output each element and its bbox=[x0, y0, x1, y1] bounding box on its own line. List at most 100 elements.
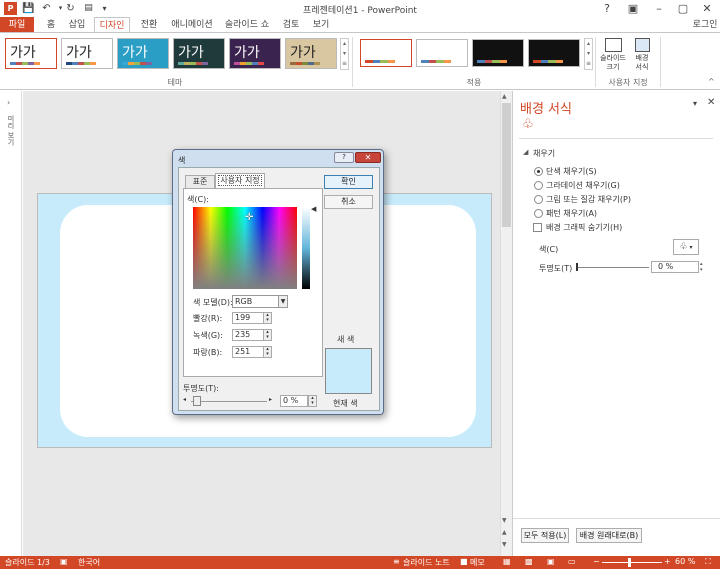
green-input[interactable]: 235 bbox=[232, 329, 264, 341]
transparency-slider-thumb[interactable] bbox=[576, 263, 578, 271]
variant-color-bars bbox=[533, 60, 563, 63]
ribbon-tabs: 파일 홈 삽입 디자인 전환 애니메이션 슬라이드 쇼 검토 보기 로그인 bbox=[0, 17, 720, 34]
theme-thumbnail[interactable]: 가가 bbox=[5, 38, 57, 69]
zoom-in-icon[interactable]: + bbox=[664, 557, 671, 566]
red-input[interactable]: 199 bbox=[232, 312, 264, 324]
theme-thumbnail[interactable]: 가가 bbox=[61, 38, 113, 69]
zoom-level[interactable]: 60 % bbox=[675, 557, 695, 566]
variant-color-bars bbox=[365, 60, 395, 63]
tab-insert[interactable]: 삽입 bbox=[62, 17, 92, 33]
thumbnail-strip[interactable]: › 미리 보기 bbox=[0, 91, 22, 556]
dialog-close-icon[interactable]: ✕ bbox=[355, 152, 381, 163]
dialog-transparency-slider[interactable]: ◂ ▸ bbox=[183, 396, 273, 406]
fill-option-radio[interactable] bbox=[534, 195, 543, 204]
variants-scroll-icon[interactable]: ▴ ▾ ≡ bbox=[584, 38, 593, 70]
zoom-slider-thumb[interactable] bbox=[628, 558, 631, 567]
fill-option-radio[interactable] bbox=[534, 181, 543, 190]
reading-view-icon[interactable]: ▣ bbox=[547, 557, 555, 566]
notes-icon[interactable]: ≡ bbox=[393, 557, 400, 566]
theme-thumbnail[interactable]: 가가 bbox=[285, 38, 337, 69]
transparency-slider[interactable] bbox=[577, 267, 649, 268]
tab-view[interactable]: 보기 bbox=[308, 17, 334, 33]
fill-color-picker[interactable]: ♧ ▾ bbox=[673, 239, 699, 255]
tab-transitions[interactable]: 전환 bbox=[134, 17, 164, 33]
tab-animations[interactable]: 애니메이션 bbox=[167, 17, 217, 33]
transparency-input[interactable]: 0 % bbox=[651, 261, 699, 273]
red-spinner-icon[interactable]: ▴ ▾ bbox=[263, 312, 272, 324]
blue-input[interactable]: 251 bbox=[232, 346, 264, 358]
cancel-button[interactable]: 취소 bbox=[324, 195, 373, 209]
variant-thumbnail[interactable] bbox=[360, 39, 412, 67]
dialog-help-button[interactable]: ? bbox=[334, 152, 354, 163]
fit-to-window-icon[interactable]: ⛶ bbox=[705, 557, 711, 567]
hide-graphics-checkbox[interactable] bbox=[533, 223, 542, 232]
variant-thumbnail[interactable] bbox=[416, 39, 468, 67]
green-spinner-icon[interactable]: ▴ ▾ bbox=[263, 329, 272, 341]
editor-vertical-scrollbar[interactable]: ▲ ▼ ▲ ▼ bbox=[500, 91, 512, 556]
transparency-spinner-icon[interactable]: ▴ ▾ bbox=[700, 261, 707, 273]
zoom-out-icon[interactable]: − bbox=[593, 557, 600, 566]
login-link[interactable]: 로그인 bbox=[690, 17, 720, 33]
next-slide-icon[interactable]: ▼ bbox=[502, 541, 507, 548]
dialog-transparency-input[interactable]: 0 % bbox=[280, 395, 308, 407]
ribbon-display-icon[interactable]: ▣ bbox=[620, 0, 646, 17]
fill-section-title[interactable]: 채우기 bbox=[533, 148, 555, 159]
slider-left-icon[interactable]: ◂ bbox=[183, 396, 186, 403]
tab-file[interactable]: 파일 bbox=[0, 17, 34, 33]
fill-option-label: 패턴 채우기(A) bbox=[546, 209, 598, 218]
theme-thumbnail[interactable]: 가가 bbox=[229, 38, 281, 69]
tab-custom[interactable]: 사용자 지정 bbox=[215, 173, 265, 188]
spellcheck-icon[interactable]: ▣ bbox=[60, 557, 68, 566]
language-indicator[interactable]: 한국어 bbox=[78, 557, 100, 568]
scroll-thumb[interactable] bbox=[502, 103, 511, 227]
fill-option-radio[interactable] bbox=[534, 167, 543, 176]
ok-button[interactable]: 확인 bbox=[324, 175, 373, 189]
close-icon[interactable]: ✕ bbox=[694, 0, 720, 17]
fill-category-icon[interactable]: ♧ bbox=[522, 117, 538, 133]
theme-thumbnail[interactable]: 가가 bbox=[173, 38, 225, 69]
luminance-bar[interactable] bbox=[302, 207, 310, 289]
tab-standard[interactable]: 표준 bbox=[185, 175, 215, 188]
dialog-transparency-spinner-icon[interactable]: ▴ ▾ bbox=[308, 395, 317, 407]
format-background-button[interactable]: 배경 서식 bbox=[630, 36, 654, 76]
reset-background-button[interactable]: 배경 원래대로(B) bbox=[576, 528, 642, 543]
scroll-down-icon[interactable]: ▼ bbox=[502, 517, 507, 524]
color-label: 색(C) bbox=[539, 245, 559, 254]
color-model-dropdown-icon[interactable]: ▼ bbox=[278, 296, 287, 307]
fill-expand-icon[interactable]: ◢ bbox=[523, 148, 528, 156]
zoom-slider[interactable] bbox=[602, 562, 662, 563]
themes-scroll-icon[interactable]: ▴ ▾ ≡ bbox=[340, 38, 349, 70]
blue-spinner-icon[interactable]: ▴ ▾ bbox=[263, 346, 272, 358]
apply-to-all-button[interactable]: 모두 적용(L) bbox=[521, 528, 569, 543]
tab-review[interactable]: 검토 bbox=[278, 17, 304, 33]
theme-sample-text: 가가 bbox=[234, 45, 260, 61]
group-separator bbox=[595, 37, 596, 87]
slide-sorter-icon[interactable]: ▩ bbox=[525, 557, 533, 566]
collapse-ribbon-icon[interactable]: ^ bbox=[708, 77, 715, 86]
notes-button[interactable]: 슬라이드 노트 bbox=[403, 557, 450, 568]
help-button[interactable]: ? bbox=[594, 0, 620, 17]
tab-slideshow[interactable]: 슬라이드 쇼 bbox=[222, 17, 272, 33]
variant-thumbnail[interactable] bbox=[528, 39, 580, 67]
color-spectrum[interactable]: ✛ bbox=[193, 207, 297, 289]
normal-view-icon[interactable]: ▦ bbox=[503, 557, 511, 566]
slider-thumb[interactable] bbox=[193, 396, 201, 406]
slider-right-icon[interactable]: ▸ bbox=[269, 396, 272, 403]
variant-thumbnail[interactable] bbox=[472, 39, 524, 67]
fill-option-radio[interactable] bbox=[534, 209, 543, 218]
luminance-pointer-icon[interactable]: ◀ bbox=[311, 205, 316, 213]
theme-thumbnail[interactable]: 가가 bbox=[117, 38, 169, 69]
pane-close-icon[interactable]: ✕ bbox=[707, 97, 715, 108]
expand-thumbnails-icon[interactable]: › bbox=[7, 98, 10, 107]
slide-size-button[interactable]: 슬라이드 크기 bbox=[599, 36, 627, 76]
spectrum-crosshair-icon[interactable]: ✛ bbox=[245, 212, 253, 223]
comments-icon[interactable]: ■ bbox=[460, 557, 468, 566]
pane-options-icon[interactable]: ▾ bbox=[693, 99, 697, 108]
maximize-icon[interactable]: ▢ bbox=[670, 0, 696, 17]
scroll-up-icon[interactable]: ▲ bbox=[502, 93, 507, 100]
previous-slide-icon[interactable]: ▲ bbox=[502, 529, 507, 536]
comments-button[interactable]: 메모 bbox=[470, 557, 485, 568]
colors-label: 색(C): bbox=[187, 195, 209, 204]
minimize-icon[interactable]: – bbox=[646, 0, 672, 17]
slideshow-view-icon[interactable]: ▭ bbox=[568, 557, 576, 566]
